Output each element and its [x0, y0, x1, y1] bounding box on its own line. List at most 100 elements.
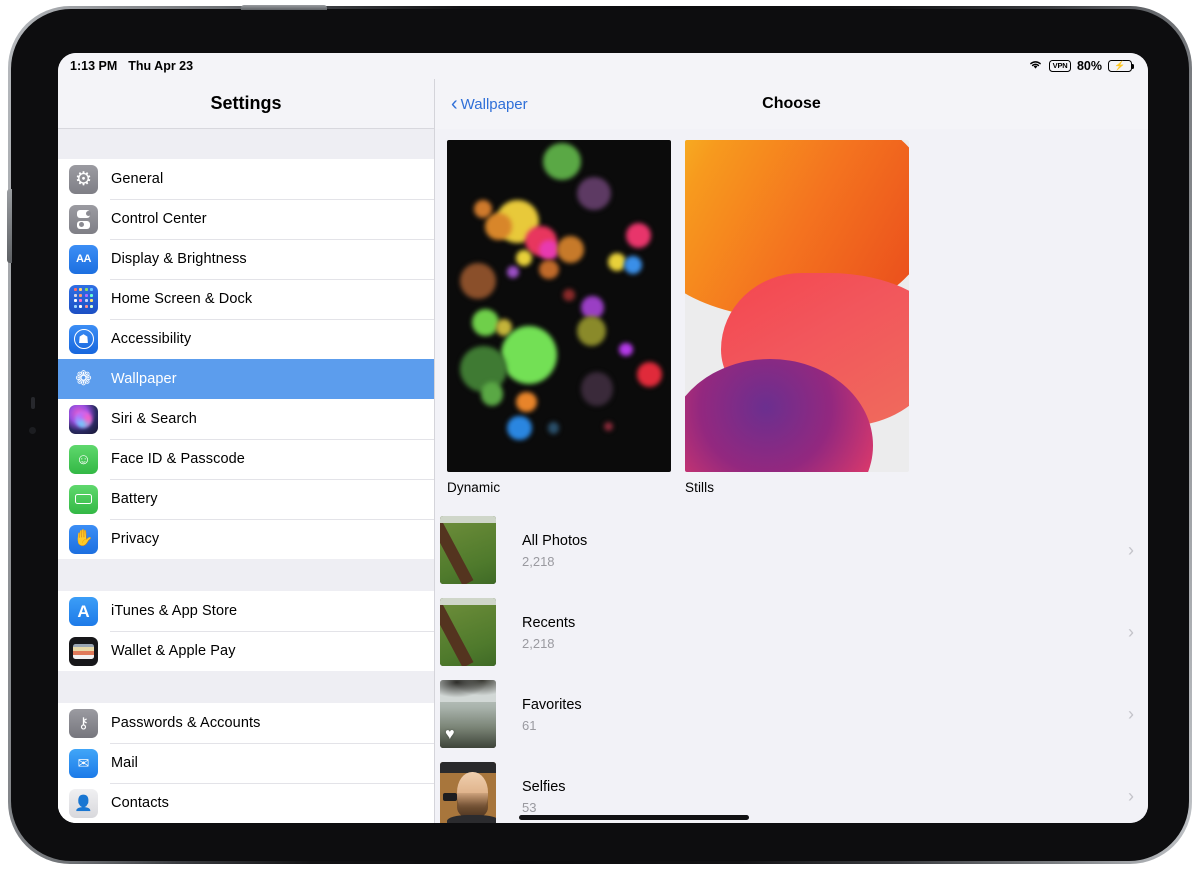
album-name: Favorites	[522, 697, 582, 713]
power-button[interactable]	[241, 5, 327, 10]
sidebar-item-label: Wallpaper	[111, 371, 177, 387]
home-indicator[interactable]	[519, 815, 749, 820]
sidebar-item-label: iTunes & App Store	[111, 603, 237, 619]
chevron-right-icon: ›	[1128, 705, 1134, 723]
chevron-right-icon: ›	[1128, 623, 1134, 641]
sidebar-item-contacts[interactable]: 👤 Contacts	[58, 783, 434, 823]
ios13-stills-thumbnail[interactable]	[685, 140, 909, 472]
chevron-right-icon: ›	[1128, 787, 1134, 805]
vpn-badge: VPN	[1049, 60, 1071, 71]
heart-icon: ♥	[445, 727, 455, 743]
page-title: Settings	[210, 93, 281, 114]
group-spacer	[58, 129, 434, 159]
chevron-left-icon: ‹	[451, 94, 458, 114]
sidebar-item-home-screen-dock[interactable]: Home Screen & Dock	[58, 279, 434, 319]
selfie-photo-thumbnail	[440, 762, 496, 823]
battery-icon: ⚡	[1108, 60, 1132, 72]
sidebar-header: Settings	[58, 79, 434, 129]
album-row-all-photos[interactable]: All Photos 2,218 ›	[435, 509, 1148, 591]
gear-icon: ⚙	[69, 165, 98, 194]
sidebar-item-display-brightness[interactable]: AA Display & Brightness	[58, 239, 434, 279]
app-store-icon: A	[69, 597, 98, 626]
sidebar-item-face-id-passcode[interactable]: ☺ Face ID & Passcode	[58, 439, 434, 479]
split-view: Settings ⚙ General	[58, 79, 1148, 823]
album-text: Selfies 53	[522, 778, 566, 815]
album-count: 61	[522, 718, 582, 733]
sidebar-item-label: Privacy	[111, 531, 159, 547]
sidebar-item-label: Battery	[111, 491, 158, 507]
sidebar-item-label: Face ID & Passcode	[111, 451, 245, 467]
album-name: Recents	[522, 615, 575, 631]
accessibility-icon: ☗	[69, 325, 98, 354]
status-date: Thu Apr 23	[128, 59, 193, 73]
album-count: 2,218	[522, 636, 575, 651]
sidebar-item-label: Accessibility	[111, 331, 191, 347]
sidebar-item-label: Siri & Search	[111, 411, 197, 427]
sidebar-item-label: Wallet & Apple Pay	[111, 643, 236, 659]
wallpaper-type-stills[interactable]: Stills	[685, 140, 909, 495]
photo-album-list: All Photos 2,218 › Recents 2,218	[435, 509, 1148, 823]
battery-percent-label: 80%	[1077, 59, 1102, 73]
charging-bolt-icon: ⚡	[1114, 62, 1125, 71]
key-icon: ⚷	[69, 709, 98, 738]
mail-icon: ✉	[69, 749, 98, 778]
status-time: 1:13 PM	[70, 59, 117, 73]
dynamic-bubbles-thumbnail[interactable]	[447, 140, 671, 472]
detail-title: Choose	[435, 95, 1148, 113]
detail-scroll-area[interactable]: Dynamic Stills	[435, 129, 1148, 823]
sidebar-item-label: General	[111, 171, 163, 187]
detail-header: ‹ Wallpaper Choose	[435, 79, 1148, 129]
settings-group-2: A iTunes & App Store	[58, 591, 434, 671]
sidebar-item-privacy[interactable]: ✋ Privacy	[58, 519, 434, 559]
sidebar-item-accessibility[interactable]: ☗ Accessibility	[58, 319, 434, 359]
sidebar-item-itunes-app-store[interactable]: A iTunes & App Store	[58, 591, 434, 631]
status-bar-right: VPN 80% ⚡	[1028, 59, 1132, 73]
sidebar-item-mail[interactable]: ✉ Mail	[58, 743, 434, 783]
microphone	[31, 397, 35, 409]
sidebar-item-general[interactable]: ⚙ General	[58, 159, 434, 199]
album-text: Recents 2,218	[522, 614, 575, 651]
display-brightness-icon: AA	[69, 245, 98, 274]
settings-group-1: ⚙ General Control Center	[58, 159, 434, 559]
sidebar-item-control-center[interactable]: Control Center	[58, 199, 434, 239]
sidebar-item-passwords-accounts[interactable]: ⚷ Passwords & Accounts	[58, 703, 434, 743]
sidebar-item-label: Display & Brightness	[111, 251, 247, 267]
chevron-right-icon: ›	[1128, 541, 1134, 559]
sidebar-scroll-area[interactable]: ⚙ General Control Center	[58, 129, 434, 823]
back-button[interactable]: ‹ Wallpaper	[451, 94, 528, 114]
volume-button[interactable]	[7, 189, 12, 263]
sidebar-item-label: Mail	[111, 755, 138, 771]
group-spacer	[58, 671, 434, 703]
status-bar: 1:13 PM Thu Apr 23 VPN 80%	[58, 53, 1148, 79]
sidebar-item-label: Control Center	[111, 211, 207, 227]
sidebar-item-battery[interactable]: Battery	[58, 479, 434, 519]
home-screen-dock-icon	[69, 285, 98, 314]
front-camera	[29, 427, 36, 434]
album-row-favorites[interactable]: ♥ Favorites 61 ›	[435, 673, 1148, 755]
album-text: Favorites 61	[522, 696, 582, 733]
album-name: Selfies	[522, 779, 566, 795]
wallpaper-type-list: Dynamic Stills	[435, 129, 1148, 495]
album-row-selfies[interactable]: Selfies 53 ›	[435, 755, 1148, 823]
contacts-icon: 👤	[69, 789, 98, 818]
album-text: All Photos 2,218	[522, 532, 587, 569]
album-count: 2,218	[522, 554, 587, 569]
album-count: 53	[522, 800, 566, 815]
leaf-photo-thumbnail	[440, 598, 496, 666]
sidebar-item-wallpaper[interactable]: ❁ Wallpaper	[58, 359, 434, 399]
sidebar-item-siri-search[interactable]: Siri & Search	[58, 399, 434, 439]
sidebar-item-label: Passwords & Accounts	[111, 715, 261, 731]
status-bar-left: 1:13 PM Thu Apr 23	[70, 59, 193, 73]
wallpaper-type-label: Stills	[685, 480, 909, 495]
album-row-recents[interactable]: Recents 2,218 ›	[435, 591, 1148, 673]
siri-icon	[69, 405, 98, 434]
sidebar-item-label: Contacts	[111, 795, 169, 811]
wifi-icon	[1028, 59, 1043, 73]
back-button-label: Wallpaper	[461, 96, 528, 113]
wallpaper-type-label: Dynamic	[447, 480, 671, 495]
group-spacer	[58, 559, 434, 591]
wallpaper-type-dynamic[interactable]: Dynamic	[447, 140, 671, 495]
sidebar-item-wallet-apple-pay[interactable]: Wallet & Apple Pay	[58, 631, 434, 671]
settings-sidebar: Settings ⚙ General	[58, 79, 435, 823]
face-id-icon: ☺	[69, 445, 98, 474]
